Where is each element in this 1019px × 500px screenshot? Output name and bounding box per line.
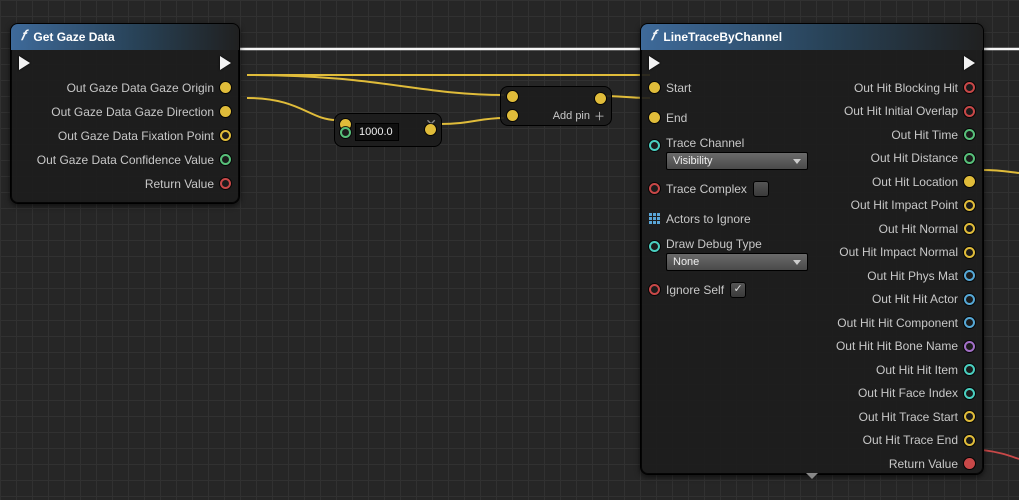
pin-label: Out Hit Face Index bbox=[858, 386, 958, 400]
pin-label: Out Hit Impact Point bbox=[851, 198, 958, 212]
pin-label: Out Hit Hit Component bbox=[837, 316, 958, 330]
pin-start[interactable] bbox=[649, 82, 660, 93]
pin-add-b[interactable] bbox=[507, 110, 518, 121]
pin-label: Out Gaze Data Fixation Point bbox=[58, 129, 214, 143]
pin-out-phys-mat[interactable] bbox=[964, 270, 975, 281]
add-pin-button[interactable]: Add pin ＋ bbox=[553, 108, 605, 124]
pin-label: Trace Channel bbox=[666, 136, 808, 150]
pin-end[interactable] bbox=[649, 112, 660, 123]
pin-out-hit-component[interactable] bbox=[964, 317, 975, 328]
ignore-self-checkbox[interactable]: ✓ bbox=[730, 282, 746, 298]
trace-channel-dropdown[interactable]: Visibility bbox=[666, 152, 808, 170]
pin-out-location[interactable] bbox=[964, 176, 975, 187]
pin-out-impact-point[interactable] bbox=[964, 200, 975, 211]
chevron-down-icon bbox=[793, 159, 801, 164]
pin-label: Out Hit Trace Start bbox=[859, 410, 958, 424]
pin-label: Return Value bbox=[889, 457, 958, 471]
exec-out-pin[interactable] bbox=[964, 56, 975, 70]
node-linetrace[interactable]: 𝑓 LineTraceByChannel Start End Trace Cha… bbox=[640, 23, 984, 475]
pin-out-trace-start[interactable] bbox=[964, 411, 975, 422]
pin-label: Out Hit Hit Bone Name bbox=[836, 339, 958, 353]
trace-complex-checkbox[interactable] bbox=[753, 181, 769, 197]
exec-out-pin[interactable] bbox=[220, 56, 231, 70]
pin-out-return-value[interactable] bbox=[964, 458, 975, 469]
pin-label: Draw Debug Type bbox=[666, 237, 808, 251]
exec-in-pin[interactable] bbox=[649, 56, 660, 70]
function-icon: 𝑓 bbox=[21, 29, 25, 45]
function-icon: 𝑓 bbox=[651, 29, 655, 45]
pin-out-normal[interactable] bbox=[964, 223, 975, 234]
pin-trace-channel[interactable] bbox=[649, 140, 660, 151]
pin-label: Out Hit Impact Normal bbox=[839, 245, 958, 259]
pin-multiply-out[interactable] bbox=[425, 124, 436, 135]
node-header: 𝑓 LineTraceByChannel bbox=[641, 24, 983, 50]
pin-label: Trace Complex bbox=[666, 182, 747, 196]
pin-out-time[interactable] bbox=[964, 129, 975, 140]
expand-node-icon[interactable] bbox=[806, 473, 818, 479]
pin-actors-to-ignore[interactable] bbox=[649, 213, 660, 224]
pin-label: Out Hit Distance bbox=[871, 151, 958, 165]
pin-out-distance[interactable] bbox=[964, 153, 975, 164]
node-title: LineTraceByChannel bbox=[663, 30, 782, 44]
node-title: Get Gaze Data bbox=[33, 30, 114, 44]
pin-label: Start bbox=[666, 81, 691, 95]
pin-out-impact-normal[interactable] bbox=[964, 247, 975, 258]
pin-out-hit-actor[interactable] bbox=[964, 294, 975, 305]
dropdown-value: None bbox=[673, 256, 699, 268]
pin-out-face-index[interactable] bbox=[964, 388, 975, 399]
pin-gaze-origin[interactable] bbox=[220, 82, 231, 93]
pin-label: Out Gaze Data Confidence Value bbox=[37, 153, 214, 167]
pin-label: Out Gaze Data Gaze Direction bbox=[51, 105, 214, 119]
pin-label: Ignore Self bbox=[666, 283, 724, 297]
draw-debug-dropdown[interactable]: None bbox=[666, 253, 808, 271]
pin-trace-complex[interactable] bbox=[649, 183, 660, 194]
pin-label: End bbox=[666, 111, 687, 125]
pin-multiply-b[interactable] bbox=[340, 127, 351, 138]
pin-label: Out Hit Hit Item bbox=[876, 363, 958, 377]
pin-add-out[interactable] bbox=[595, 93, 606, 104]
add-pin-label: Add pin bbox=[553, 110, 590, 122]
chevron-down-icon bbox=[793, 260, 801, 265]
pin-label: Out Hit Time bbox=[891, 128, 958, 142]
pin-label: Out Hit Phys Mat bbox=[867, 269, 958, 283]
exec-in-pin[interactable] bbox=[19, 56, 30, 70]
plus-small-icon: ＋ bbox=[594, 108, 605, 124]
pin-confidence[interactable] bbox=[220, 154, 231, 165]
pin-label: Return Value bbox=[145, 177, 214, 191]
pin-out-blocking-hit[interactable] bbox=[964, 82, 975, 93]
node-multiply[interactable]: ✕ bbox=[334, 113, 442, 147]
pin-out-hit-item[interactable] bbox=[964, 364, 975, 375]
pin-fixation-point[interactable] bbox=[220, 130, 231, 141]
pin-out-initial-overlap[interactable] bbox=[964, 106, 975, 117]
blueprint-graph[interactable]: 𝑓 Get Gaze Data Out Gaze Data Gaze Origi… bbox=[0, 0, 1019, 500]
pin-label: Out Hit Hit Actor bbox=[872, 292, 958, 306]
pin-label: Actors to Ignore bbox=[666, 212, 751, 226]
pin-return-value[interactable] bbox=[220, 178, 231, 189]
pin-label: Out Hit Initial Overlap bbox=[844, 104, 958, 118]
pin-label: Out Hit Trace End bbox=[863, 433, 958, 447]
node-header: 𝑓 Get Gaze Data bbox=[11, 24, 239, 50]
pin-gaze-direction[interactable] bbox=[220, 106, 231, 117]
pin-label: Out Hit Location bbox=[872, 175, 958, 189]
multiply-value-input[interactable] bbox=[355, 123, 399, 141]
pin-ignore-self[interactable] bbox=[649, 284, 660, 295]
pin-label: Out Hit Blocking Hit bbox=[854, 81, 958, 95]
pin-label: Out Hit Normal bbox=[879, 222, 958, 236]
pin-draw-debug[interactable] bbox=[649, 241, 660, 252]
node-add-vector[interactable]: + Add pin ＋ bbox=[500, 86, 612, 126]
pin-add-a[interactable] bbox=[507, 91, 518, 102]
node-get-gaze-data[interactable]: 𝑓 Get Gaze Data Out Gaze Data Gaze Origi… bbox=[10, 23, 240, 204]
dropdown-value: Visibility bbox=[673, 155, 713, 167]
pin-out-bone-name[interactable] bbox=[964, 341, 975, 352]
pin-label: Out Gaze Data Gaze Origin bbox=[67, 81, 214, 95]
pin-out-trace-end[interactable] bbox=[964, 435, 975, 446]
